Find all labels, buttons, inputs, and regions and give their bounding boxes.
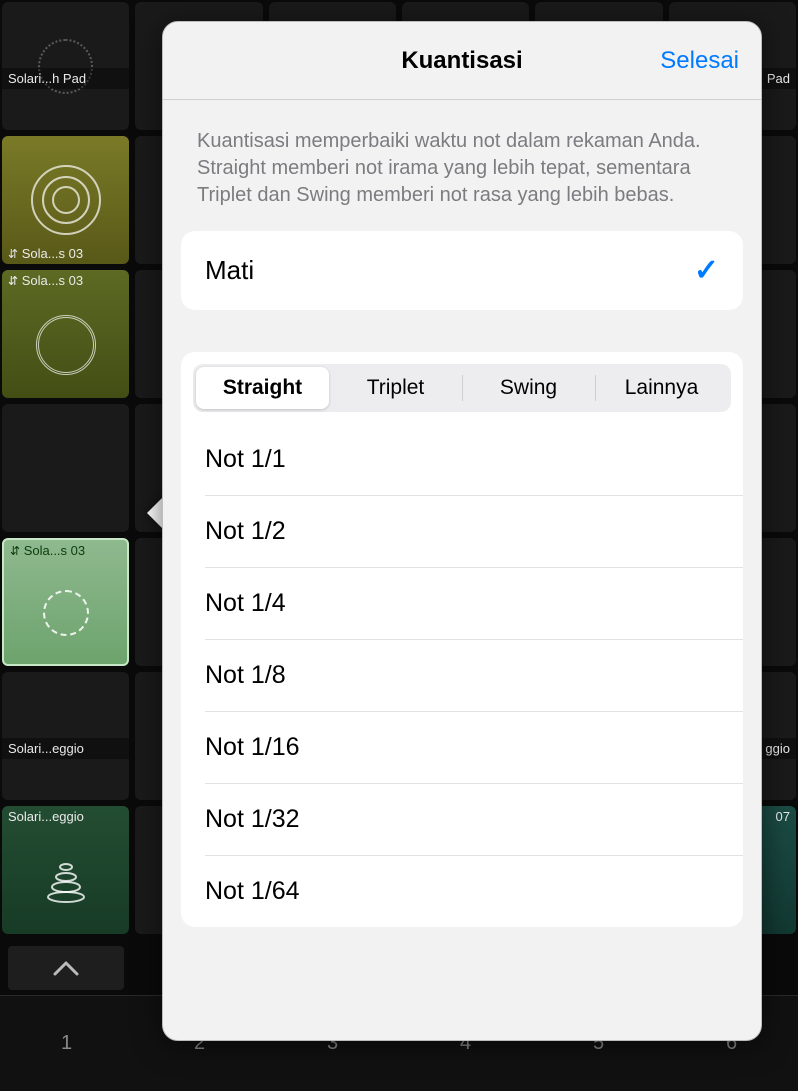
note-option[interactable]: Not 1/2 <box>205 496 743 568</box>
tab-swing[interactable]: Swing <box>462 367 595 409</box>
loop-cell[interactable]: Solari...eggio <box>2 672 129 800</box>
loop-cell[interactable]: ⇵ Sola...s 03 <box>2 270 129 398</box>
note-option[interactable]: Not 1/8 <box>205 640 743 712</box>
note-option[interactable]: Not 1/16 <box>205 712 743 784</box>
loop-cell[interactable] <box>2 404 129 532</box>
loop-label: Solari...eggio <box>2 806 129 827</box>
quantize-off-label: Mati <box>205 255 254 286</box>
tab-straight[interactable]: Straight <box>196 367 329 409</box>
note-value-list: Not 1/1 Not 1/2 Not 1/4 Not 1/8 Not 1/16… <box>181 424 743 927</box>
quantize-popover: Kuantisasi Selesai Kuantisasi memperbaik… <box>162 21 762 1041</box>
stack-icon <box>46 857 86 905</box>
collapse-button[interactable] <box>8 946 124 990</box>
quantize-options-card: Straight Triplet Swing Lainnya Not 1/1 N… <box>181 352 743 927</box>
quantize-off-option[interactable]: Mati ✓ <box>181 231 743 310</box>
loop-label: Sola...s 03 <box>24 543 85 558</box>
popover-header: Kuantisasi Selesai <box>163 22 761 100</box>
note-option[interactable]: Not 1/32 <box>205 784 743 856</box>
popover-title: Kuantisasi <box>401 47 522 75</box>
quantize-tab-bar: Straight Triplet Swing Lainnya <box>193 364 731 412</box>
loop-cell[interactable]: Solari...eggio <box>2 806 129 934</box>
column-number[interactable]: 1 <box>0 996 133 1091</box>
loop-label: Sola...s 03 <box>22 246 83 261</box>
note-option[interactable]: Not 1/1 <box>205 424 743 496</box>
tab-other[interactable]: Lainnya <box>595 367 728 409</box>
popover-description: Kuantisasi memperbaiki waktu not dalam r… <box>181 100 743 231</box>
loop-cell-selected[interactable]: ⇵ Sola...s 03 <box>2 538 129 666</box>
chevron-up-icon <box>53 960 79 976</box>
note-option[interactable]: Not 1/64 <box>205 856 743 927</box>
loop-cell[interactable]: Solari...h Pad <box>2 2 129 130</box>
loop-cell[interactable]: ⇵ Sola...s 03 <box>2 136 129 264</box>
loop-label: Solari...h Pad <box>2 68 129 89</box>
checkmark-icon: ✓ <box>694 253 719 288</box>
done-button[interactable]: Selesai <box>660 22 739 99</box>
note-option[interactable]: Not 1/4 <box>205 568 743 640</box>
tab-triplet[interactable]: Triplet <box>329 367 462 409</box>
loop-label: Solari...eggio <box>2 738 129 759</box>
loop-label: Sola...s 03 <box>22 273 83 288</box>
